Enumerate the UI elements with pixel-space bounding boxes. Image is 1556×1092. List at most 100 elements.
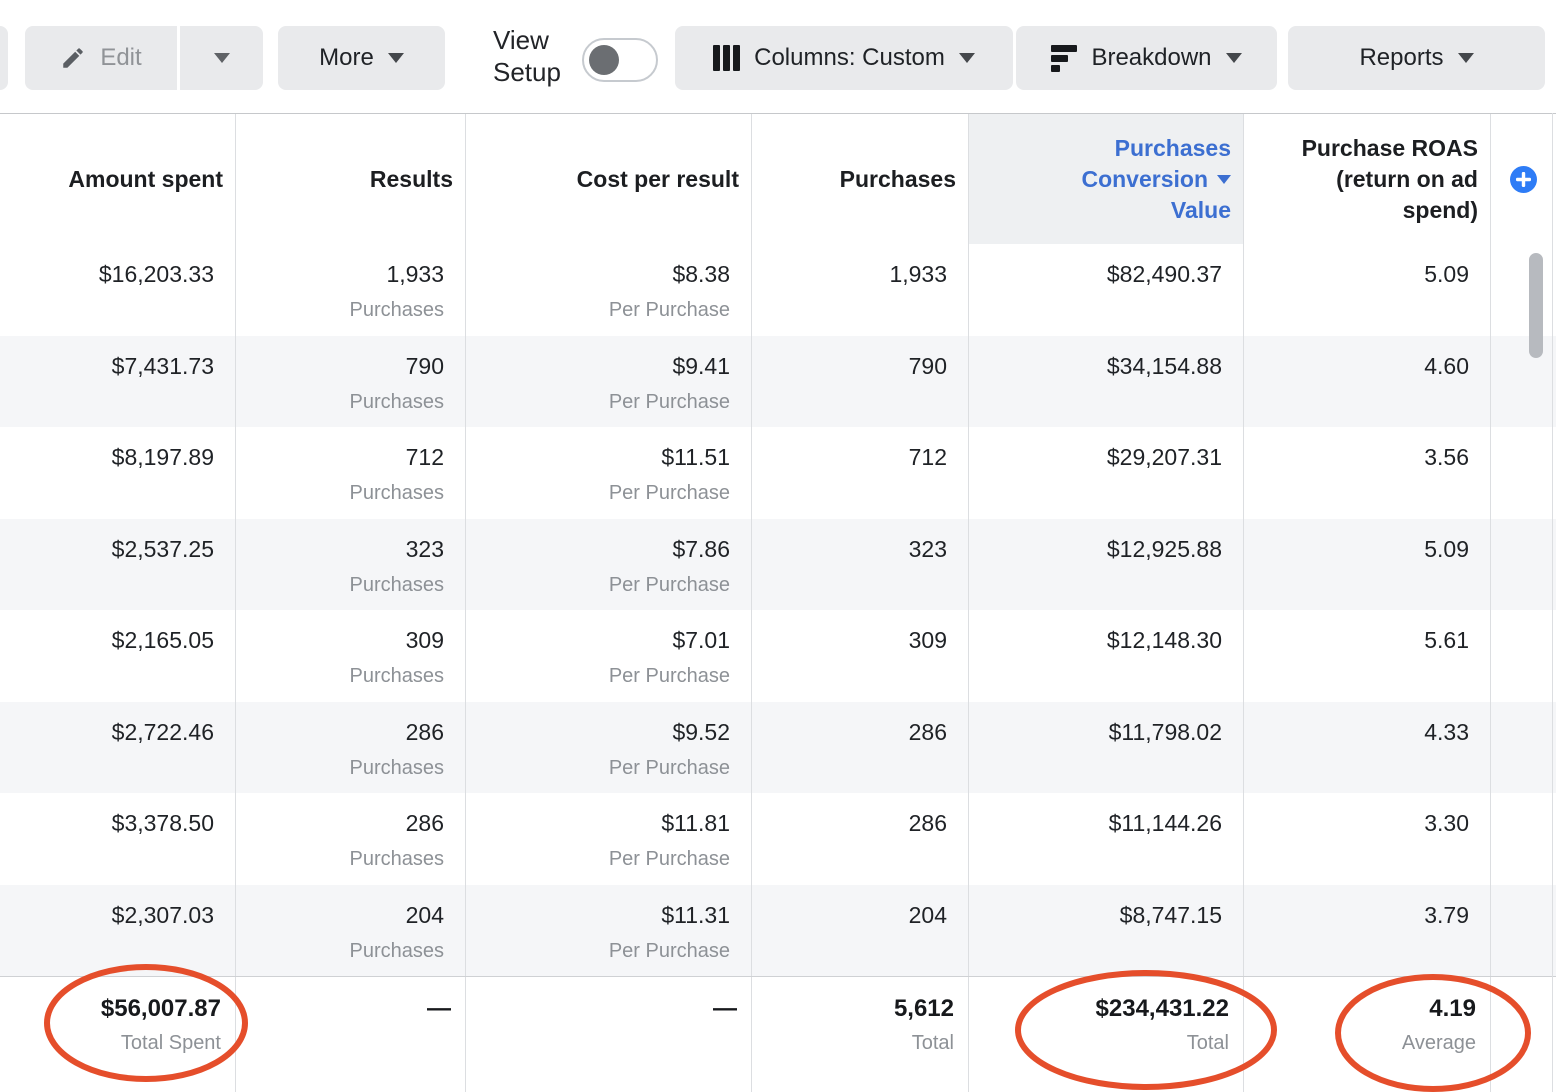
column-header-results[interactable]: Results — [236, 114, 466, 244]
cell-conversion-value: $11,144.26 — [969, 793, 1244, 885]
view-setup-toggle[interactable] — [582, 38, 658, 82]
results-table: Amount spent Results Cost per result Pur… — [0, 113, 1556, 1092]
cell-results: 712 Purchases — [236, 427, 466, 519]
cell-conversion-value: $12,925.88 — [969, 519, 1244, 611]
total-purchases-cell: 5,612 Total — [752, 977, 969, 1092]
add-column-icon[interactable] — [1510, 166, 1537, 193]
cell-conversion-value: $34,154.88 — [969, 336, 1244, 428]
cell-amount-spent: $8,197.89 — [0, 427, 236, 519]
breakdown-icon — [1051, 45, 1077, 72]
column-header-amount-spent[interactable]: Amount spent — [0, 114, 236, 244]
cell-purchases: 286 — [752, 702, 969, 794]
cell-empty — [1491, 885, 1556, 977]
cell-results: 286 Purchases — [236, 793, 466, 885]
columns-icon — [713, 45, 740, 71]
table-header-row: Amount spent Results Cost per result Pur… — [0, 114, 1556, 244]
cell-cost-per-result: $9.41 Per Purchase — [466, 336, 752, 428]
chevron-down-icon — [214, 53, 230, 63]
cell-results: 204 Purchases — [236, 885, 466, 977]
table-row[interactable]: $2,165.05 309 Purchases $7.01 Per Purcha… — [0, 610, 1556, 702]
chevron-down-icon — [1226, 53, 1242, 63]
table-row[interactable]: $16,203.33 1,933 Purchases $8.38 Per Pur… — [0, 244, 1556, 336]
breakdown-button[interactable]: Breakdown — [1016, 26, 1277, 90]
cell-cost-per-result: $11.31 Per Purchase — [466, 885, 752, 977]
cell-amount-spent: $2,537.25 — [0, 519, 236, 611]
cell-empty — [1491, 793, 1556, 885]
table-row[interactable]: $3,378.50 286 Purchases $11.81 Per Purch… — [0, 793, 1556, 885]
cell-cost-per-result: $11.81 Per Purchase — [466, 793, 752, 885]
cell-amount-spent: $2,307.03 — [0, 885, 236, 977]
cell-results: 790 Purchases — [236, 336, 466, 428]
edit-button[interactable]: Edit — [25, 26, 177, 90]
total-conversion-value-cell: $234,431.22 Total — [969, 977, 1244, 1092]
cell-roas: 5.61 — [1244, 610, 1491, 702]
table-row[interactable]: $7,431.73 790 Purchases $9.41 Per Purcha… — [0, 336, 1556, 428]
cell-cost-per-result: $9.52 Per Purchase — [466, 702, 752, 794]
cell-roas: 5.09 — [1244, 519, 1491, 611]
column-header-purchase-roas[interactable]: Purchase ROAS (return on ad spend) — [1244, 114, 1491, 244]
more-button-label: More — [319, 44, 374, 72]
cell-cost-per-result: $8.38 Per Purchase — [466, 244, 752, 336]
column-header-cost-per-result[interactable]: Cost per result — [466, 114, 752, 244]
more-button[interactable]: More — [278, 26, 445, 90]
cell-amount-spent: $2,722.46 — [0, 702, 236, 794]
cell-conversion-value: $82,490.37 — [969, 244, 1244, 336]
pencil-icon — [60, 45, 86, 71]
columns-button[interactable]: Columns: Custom — [675, 26, 1013, 90]
sort-descending-icon — [1217, 175, 1231, 184]
cell-empty — [1491, 427, 1556, 519]
cell-purchases: 323 — [752, 519, 969, 611]
cell-results: 286 Purchases — [236, 702, 466, 794]
cell-empty — [1491, 702, 1556, 794]
cell-empty — [1491, 244, 1556, 336]
total-roas-cell: 4.19 Average — [1244, 977, 1491, 1092]
column-header-purchases[interactable]: Purchases — [752, 114, 969, 244]
cell-roas: 5.09 — [1244, 244, 1491, 336]
cell-conversion-value: $11,798.02 — [969, 702, 1244, 794]
cropped-button[interactable] — [0, 26, 8, 90]
total-results-cell: — — [236, 977, 466, 1092]
breakdown-button-label: Breakdown — [1091, 44, 1211, 72]
total-cost-per-result-cell: — — [466, 977, 752, 1092]
cell-purchases: 286 — [752, 793, 969, 885]
chevron-down-icon — [388, 53, 404, 63]
cell-empty — [1491, 519, 1556, 611]
toggle-knob — [589, 45, 619, 75]
columns-button-label: Columns: Custom — [754, 44, 945, 72]
cell-conversion-value: $12,148.30 — [969, 610, 1244, 702]
cell-purchases: 712 — [752, 427, 969, 519]
total-empty-cell — [1491, 977, 1556, 1092]
cell-empty — [1491, 336, 1556, 428]
ads-manager-table-view: Edit More View Setup Columns: Custom Bre… — [0, 0, 1556, 1092]
table-row[interactable]: $2,722.46 286 Purchases $9.52 Per Purcha… — [0, 702, 1556, 794]
cell-empty — [1491, 610, 1556, 702]
cell-cost-per-result: $7.86 Per Purchase — [466, 519, 752, 611]
cell-results: 323 Purchases — [236, 519, 466, 611]
cell-amount-spent: $7,431.73 — [0, 336, 236, 428]
cell-roas: 3.79 — [1244, 885, 1491, 977]
column-header-purchases-conversion-value[interactable]: Purchases Conversion Value — [969, 114, 1244, 244]
chevron-down-icon — [1458, 53, 1474, 63]
cell-roas: 3.56 — [1244, 427, 1491, 519]
reports-button-label: Reports — [1359, 44, 1443, 72]
cell-roas: 4.33 — [1244, 702, 1491, 794]
cell-cost-per-result: $11.51 Per Purchase — [466, 427, 752, 519]
table-row[interactable]: $8,197.89 712 Purchases $11.51 Per Purch… — [0, 427, 1556, 519]
table-row[interactable]: $2,307.03 204 Purchases $11.31 Per Purch… — [0, 885, 1556, 977]
total-amount-spent-cell: $56,007.87 Total Spent — [0, 977, 236, 1092]
cell-conversion-value: $29,207.31 — [969, 427, 1244, 519]
vertical-scrollbar-thumb[interactable] — [1529, 253, 1543, 358]
view-setup-label: View Setup — [493, 24, 561, 88]
reports-button[interactable]: Reports — [1288, 26, 1545, 90]
toolbar: Edit More View Setup Columns: Custom Bre… — [0, 0, 1556, 113]
cell-amount-spent: $2,165.05 — [0, 610, 236, 702]
cell-purchases: 204 — [752, 885, 969, 977]
table-row[interactable]: $2,537.25 323 Purchases $7.86 Per Purcha… — [0, 519, 1556, 611]
cell-conversion-value: $8,747.15 — [969, 885, 1244, 977]
cell-roas: 3.30 — [1244, 793, 1491, 885]
cell-results: 1,933 Purchases — [236, 244, 466, 336]
totals-row: $56,007.87 Total Spent — — 5,612 Total $… — [0, 976, 1556, 1092]
cell-cost-per-result: $7.01 Per Purchase — [466, 610, 752, 702]
edit-dropdown-button[interactable] — [180, 26, 263, 90]
cell-purchases: 1,933 — [752, 244, 969, 336]
